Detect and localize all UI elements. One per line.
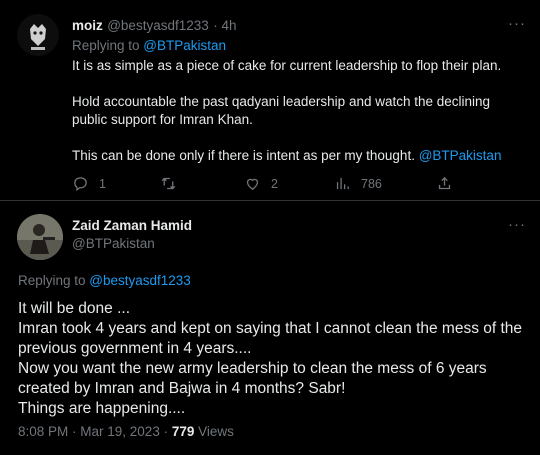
main-line: It will be done ... — [18, 300, 131, 317]
main-more-icon[interactable]: ··· — [508, 216, 526, 233]
main-author-handle[interactable]: @BTPakistan — [72, 236, 155, 251]
like-count: 2 — [271, 176, 278, 191]
reply-author-name[interactable]: moiz — [72, 18, 103, 33]
retweet-icon — [161, 177, 176, 190]
main-author-name[interactable]: Zaid Zaman Hamid — [72, 218, 192, 233]
main-avatar[interactable] — [17, 214, 63, 260]
retweet-button[interactable] — [160, 175, 187, 192]
reply-time[interactable]: · 4h — [213, 18, 236, 33]
like-button[interactable]: 2 — [244, 175, 278, 192]
main-line: Things are happening.... — [18, 400, 186, 417]
main-replying-to-link[interactable]: @bestyasdf1233 — [89, 273, 191, 288]
views-button[interactable]: 786 — [334, 175, 382, 192]
main-views-label: Views — [194, 424, 234, 439]
like-icon — [246, 178, 259, 190]
reply-body: It is as simple as a piece of cake for c… — [72, 57, 524, 165]
reply-author-handle[interactable]: @bestyasdf1233 — [107, 18, 209, 33]
reply-paragraph: It is as simple as a piece of cake for c… — [72, 58, 502, 73]
main-timestamp[interactable]: 8:08 PM · Mar 19, 2023 · — [18, 424, 172, 439]
reply-replying-to: Replying to @BTPakistan — [72, 38, 227, 53]
main-views-count: 779 — [171, 424, 195, 439]
replying-to-link[interactable]: @BTPakistan — [143, 38, 226, 53]
main-meta: 8:08 PM · Mar 19, 2023 · 779 Views — [18, 424, 234, 439]
reply-header: moiz @bestyasdf1233 · 4h — [72, 17, 236, 35]
reply-tweet[interactable]: moiz @bestyasdf1233 · 4h ··· Replying to… — [0, 0, 540, 201]
main-replying-to: Replying to @bestyasdf1233 — [18, 273, 191, 288]
views-count: 786 — [361, 176, 382, 191]
main-body: It will be done ... Imran took 4 years a… — [18, 299, 523, 419]
main-line: Now you want the new army leadership to … — [18, 360, 487, 397]
main-tweet: Zaid Zaman Hamid @BTPakistan ··· Replyin… — [0, 201, 540, 455]
reply-paragraph: Hold accountable the past qadyani leader… — [72, 94, 491, 127]
reply-mention-link[interactable]: @BTPakistan — [419, 148, 502, 163]
reply-icon — [74, 177, 87, 192]
reply-avatar[interactable] — [17, 14, 59, 56]
reply-count: 1 — [99, 176, 106, 191]
views-icon — [336, 177, 349, 190]
reply-paragraph-last: This can be done only if there is intent… — [72, 148, 502, 163]
reply-more-icon[interactable]: ··· — [508, 15, 526, 32]
share-button[interactable] — [436, 175, 463, 192]
reply-actions: 1 2 786 — [72, 175, 452, 193]
share-icon — [438, 176, 451, 190]
main-line: Imran took 4 years and kept on saying th… — [18, 320, 523, 357]
reply-button[interactable]: 1 — [72, 175, 106, 192]
